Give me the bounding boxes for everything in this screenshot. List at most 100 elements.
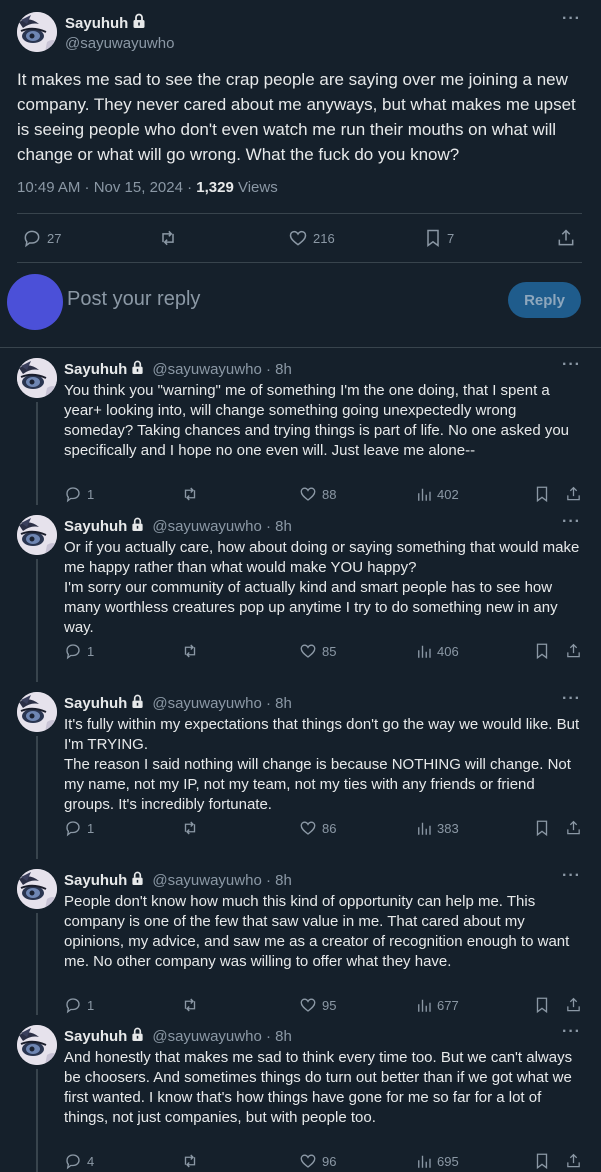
more-icon[interactable]: ··· — [562, 690, 581, 708]
reply-actions: 1 88 402 — [0, 485, 601, 505]
bookmark-button[interactable] — [534, 819, 550, 837]
reply-input[interactable]: Post your reply — [67, 288, 200, 311]
tweet-text: It makes me sad to see the crap people a… — [17, 70, 576, 164]
reply-actions: 1 86 383 — [0, 819, 601, 839]
reply-icon — [66, 1154, 80, 1170]
more-icon[interactable]: ··· — [562, 10, 581, 28]
views-label: Views — [233, 179, 278, 196]
reply-submit-button[interactable]: Reply — [508, 282, 581, 318]
bookmark-button[interactable] — [534, 485, 550, 503]
lock-icon — [131, 360, 144, 379]
retweet-button[interactable] — [180, 819, 200, 837]
lock-icon — [131, 871, 144, 890]
reply-button[interactable]: 1 — [64, 996, 94, 1014]
reply-count: 1 — [87, 643, 95, 659]
views-button[interactable]: 677 — [416, 996, 459, 1014]
retweet-button[interactable] — [157, 228, 179, 248]
reply-header: Sayuhuh @sayuwayuwho · 8h — [64, 1027, 292, 1046]
share-button[interactable] — [565, 642, 582, 660]
views-icon — [418, 645, 431, 658]
views-button[interactable]: 383 — [416, 819, 459, 837]
reply-icon — [66, 487, 80, 503]
author-handle[interactable]: @sayuwayuwho · 8h — [152, 695, 291, 712]
views-icon — [418, 822, 431, 835]
author-handle[interactable]: @sayuwayuwho · 8h — [152, 518, 291, 535]
author-handle[interactable]: @sayuwayuwho · 8h — [152, 872, 291, 889]
share-button[interactable] — [565, 996, 582, 1014]
avatar[interactable] — [17, 12, 57, 52]
retweet-icon — [162, 230, 174, 246]
bookmark-button[interactable]: 7 — [424, 228, 454, 248]
author-name-text[interactable]: Sayuhuh — [65, 15, 128, 32]
more-icon[interactable]: ··· — [562, 1023, 581, 1041]
author-handle[interactable]: @sayuwayuwho — [65, 35, 174, 52]
author-name[interactable]: Sayuhuh — [65, 13, 146, 33]
retweet-button[interactable] — [180, 996, 200, 1014]
retweet-button[interactable] — [180, 642, 200, 660]
divider — [17, 213, 582, 214]
timestamp[interactable]: 10:49 AM · Nov 15, 2024 · — [17, 179, 196, 196]
reply-count: 27 — [47, 230, 62, 246]
reply-actions: 1 95 677 — [0, 996, 601, 1016]
author-name[interactable]: Sayuhuh — [64, 695, 127, 712]
reply-button[interactable]: 27 — [22, 228, 61, 248]
thread-line — [36, 559, 38, 682]
like-icon — [300, 1154, 316, 1168]
bookmark-button[interactable] — [534, 642, 550, 660]
author-handle[interactable]: @sayuwayuwho · 8h — [152, 1028, 291, 1045]
like-button[interactable]: 216 — [288, 228, 335, 248]
bookmark-icon — [536, 997, 548, 1014]
reply-tweet[interactable]: Sayuhuh @sayuwayuwho · 8h ··· It's fully wi… — [0, 682, 601, 859]
avatar[interactable] — [17, 692, 57, 732]
author-name[interactable]: Sayuhuh — [64, 518, 127, 535]
share-button[interactable] — [556, 228, 576, 248]
like-count: 95 — [322, 997, 337, 1013]
author-name[interactable]: Sayuhuh — [64, 872, 127, 889]
reply-button[interactable]: 1 — [64, 819, 94, 837]
lock-icon — [132, 13, 146, 33]
like-button[interactable]: 85 — [299, 642, 336, 660]
reply-tweet[interactable]: Sayuhuh @sayuwayuwho · 8h ··· You think you… — [0, 348, 601, 505]
like-button[interactable]: 95 — [299, 996, 336, 1014]
avatar[interactable] — [17, 1025, 57, 1065]
like-count: 88 — [322, 486, 337, 502]
like-button[interactable]: 88 — [299, 485, 336, 503]
reply-header: Sayuhuh @sayuwayuwho · 8h — [64, 360, 292, 379]
more-icon[interactable]: ··· — [562, 867, 581, 885]
bookmark-button[interactable] — [534, 996, 550, 1014]
reply-tweet[interactable]: Sayuhuh @sayuwayuwho · 8h ··· And honestly … — [0, 1015, 601, 1172]
author-name[interactable]: Sayuhuh — [64, 361, 127, 378]
views-count: 695 — [437, 1153, 459, 1169]
retweet-icon — [184, 821, 196, 835]
like-count: 216 — [313, 230, 335, 246]
like-button[interactable]: 86 — [299, 819, 336, 837]
views-button[interactable]: 695 — [416, 1152, 459, 1170]
reply-count: 1 — [87, 997, 95, 1013]
bookmark-button[interactable] — [534, 1152, 550, 1170]
share-button[interactable] — [565, 1152, 582, 1170]
author-handle[interactable]: @sayuwayuwho · 8h — [152, 361, 291, 378]
like-button[interactable]: 96 — [299, 1152, 336, 1170]
views-count: 1,329 — [196, 179, 234, 196]
reply-actions: 1 85 406 — [0, 642, 601, 662]
bookmark-icon — [536, 1153, 548, 1170]
avatar[interactable] — [17, 358, 57, 398]
reply-tweet[interactable]: Sayuhuh @sayuwayuwho · 8h ··· Or if you act… — [0, 505, 601, 682]
reply-tweet[interactable]: Sayuhuh @sayuwayuwho · 8h ··· People don't … — [0, 859, 601, 1015]
author-name[interactable]: Sayuhuh — [64, 1028, 127, 1045]
retweet-button[interactable] — [180, 485, 200, 503]
reply-button[interactable]: 4 — [64, 1152, 94, 1170]
avatar[interactable] — [17, 515, 57, 555]
retweet-icon — [184, 1154, 196, 1168]
reply-button[interactable]: 1 — [64, 485, 94, 503]
share-button[interactable] — [565, 485, 582, 503]
more-icon[interactable]: ··· — [562, 356, 581, 374]
tweet-actions: 27 216 7 — [0, 226, 601, 254]
views-button[interactable]: 402 — [416, 485, 459, 503]
share-button[interactable] — [565, 819, 582, 837]
retweet-button[interactable] — [180, 1152, 200, 1170]
more-icon[interactable]: ··· — [562, 513, 581, 531]
views-button[interactable]: 406 — [416, 642, 459, 660]
reply-button[interactable]: 1 — [64, 642, 94, 660]
avatar[interactable] — [17, 869, 57, 909]
